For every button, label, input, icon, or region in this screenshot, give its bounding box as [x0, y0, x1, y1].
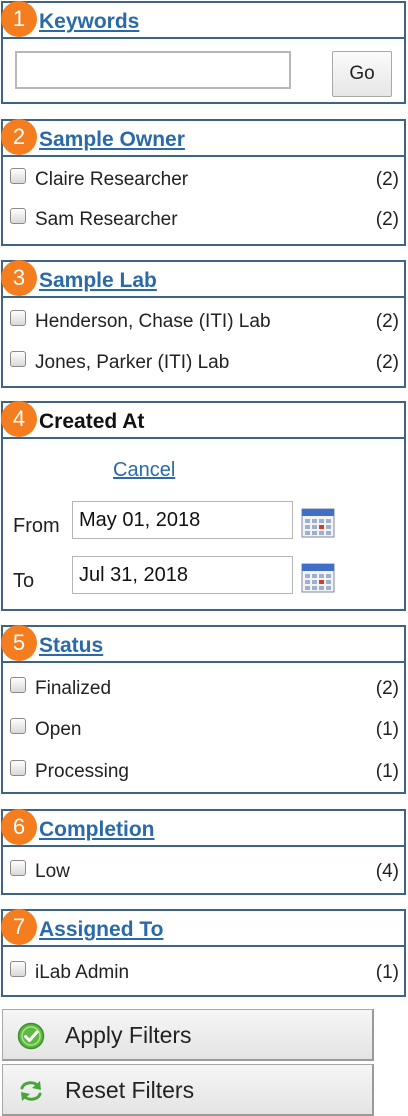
step-badge-2: 2 — [1, 119, 37, 155]
step-badge-4: 4 — [1, 401, 37, 437]
status-header: 5 Status — [1, 625, 404, 663]
assigned-to-title-link[interactable]: Assigned To — [39, 918, 163, 942]
filter-option-row[interactable]: Sam Researcher (2) — [3, 206, 404, 234]
step-badge-3: 3 — [1, 260, 37, 296]
option-checkbox[interactable] — [10, 351, 26, 367]
created-at-panel: 4 Created At Cancel From May 01, 2018 To… — [1, 401, 406, 611]
status-panel: 5 Status Finalized (2) Open (1) Processi… — [1, 625, 406, 794]
refresh-arrows-icon — [20, 1081, 42, 1101]
option-label: Claire Researcher — [35, 169, 189, 190]
option-count: (1) — [375, 962, 399, 983]
option-checkbox[interactable] — [10, 860, 26, 876]
filter-option-row[interactable]: Henderson, Chase (ITI) Lab (2) — [3, 308, 404, 336]
go-button[interactable]: Go — [332, 51, 392, 97]
apply-filters-label: Apply Filters — [65, 1022, 192, 1048]
created-at-title: Created At — [39, 410, 145, 433]
step-badge-7: 7 — [1, 909, 37, 945]
option-label: Open — [35, 719, 82, 740]
option-count: (2) — [375, 209, 399, 230]
filter-option-row[interactable]: iLab Admin (1) — [3, 959, 404, 987]
option-checkbox[interactable] — [10, 677, 26, 693]
option-checkbox[interactable] — [10, 961, 26, 977]
option-checkbox[interactable] — [10, 208, 26, 224]
option-count: (4) — [375, 861, 399, 882]
calendar-icon[interactable] — [301, 506, 335, 538]
filter-option-row[interactable]: Low (4) — [3, 858, 404, 886]
sample-lab-title-link[interactable]: Sample Lab — [39, 269, 157, 293]
cancel-link[interactable]: Cancel — [113, 459, 175, 482]
filter-option-row[interactable]: Open (1) — [3, 716, 404, 744]
check-circle-icon — [17, 1022, 45, 1050]
completion-title-link[interactable]: Completion — [39, 818, 155, 842]
keywords-input[interactable] — [15, 51, 291, 89]
step-badge-6: 6 — [1, 809, 37, 845]
option-checkbox[interactable] — [10, 760, 26, 776]
option-label: Low — [35, 861, 70, 882]
option-label: Processing — [35, 761, 129, 782]
sample-owner-header: 2 Sample Owner — [1, 119, 404, 157]
option-checkbox[interactable] — [10, 168, 26, 184]
filter-option-row[interactable]: Claire Researcher (2) — [3, 166, 404, 194]
calendar-icon[interactable] — [301, 561, 335, 593]
filter-option-row[interactable]: Jones, Parker (ITI) Lab (2) — [3, 349, 404, 377]
completion-header: 6 Completion — [1, 809, 404, 847]
completion-panel: 6 Completion Low (4) — [1, 809, 406, 895]
from-label: From — [13, 515, 60, 537]
reset-filters-label: Reset Filters — [65, 1077, 195, 1103]
step-badge-5: 5 — [1, 625, 37, 661]
to-date-field[interactable]: Jul 31, 2018 — [72, 556, 293, 594]
sample-owner-title-link[interactable]: Sample Owner — [39, 128, 185, 152]
option-count: (2) — [375, 678, 399, 699]
option-checkbox[interactable] — [10, 718, 26, 734]
option-label: iLab Admin — [35, 962, 130, 983]
option-count: (1) — [375, 719, 399, 740]
sample-lab-header: 3 Sample Lab — [1, 260, 404, 298]
status-title-link[interactable]: Status — [39, 634, 103, 658]
keywords-panel: 1 Keywords Go — [1, 1, 406, 104]
option-label: Henderson, Chase (ITI) Lab — [35, 311, 271, 332]
sample-owner-panel: 2 Sample Owner Claire Researcher (2) Sam… — [1, 119, 406, 246]
filter-option-row[interactable]: Processing (1) — [3, 758, 404, 786]
option-checkbox[interactable] — [10, 310, 26, 326]
option-count: (2) — [375, 311, 399, 332]
reset-filters-button[interactable]: Reset Filters — [2, 1064, 374, 1116]
sample-lab-panel: 3 Sample Lab Henderson, Chase (ITI) Lab … — [1, 260, 406, 388]
keywords-header: 1 Keywords — [1, 1, 404, 39]
option-label: Jones, Parker (ITI) Lab — [35, 352, 230, 373]
step-badge-1: 1 — [1, 1, 37, 37]
apply-filters-button[interactable]: Apply Filters — [2, 1009, 374, 1061]
to-label: To — [13, 570, 35, 592]
assigned-to-panel: 7 Assigned To iLab Admin (1) — [1, 909, 406, 997]
option-label: Sam Researcher — [35, 209, 178, 230]
filter-option-row[interactable]: Finalized (2) — [3, 675, 404, 703]
assigned-to-header: 7 Assigned To — [1, 909, 404, 947]
option-label: Finalized — [35, 678, 112, 699]
option-count: (2) — [375, 352, 399, 373]
from-date-field[interactable]: May 01, 2018 — [72, 501, 293, 539]
option-count: (2) — [375, 169, 399, 190]
created-at-header: 4 Created At — [1, 401, 404, 439]
option-count: (1) — [375, 761, 399, 782]
keywords-title-link[interactable]: Keywords — [39, 10, 139, 34]
